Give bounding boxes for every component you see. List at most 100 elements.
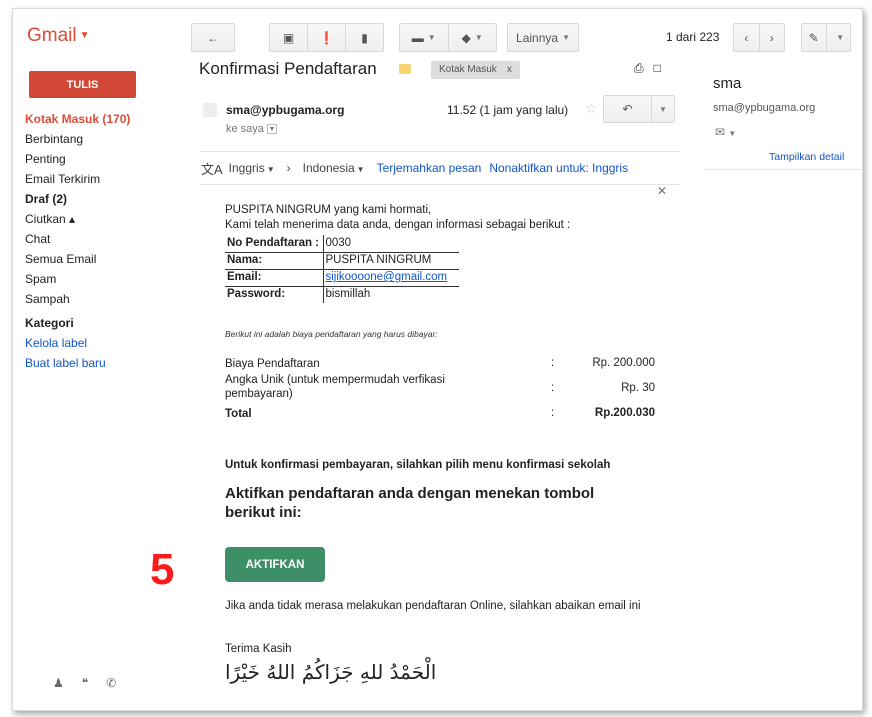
move-to-button[interactable]: ▬ ▼ bbox=[400, 24, 448, 51]
delete-button[interactable]: ▮ bbox=[346, 24, 383, 51]
chevron-down-icon: ▼ bbox=[728, 129, 737, 138]
table-value: bismillah bbox=[322, 286, 459, 303]
table-row: Nama: PUSPITA NINGRUM bbox=[225, 252, 459, 269]
table-key: No Pendaftaran : bbox=[227, 236, 320, 249]
arrow-right-icon: › bbox=[286, 161, 291, 175]
table-row: No Pendaftaran :0030 bbox=[225, 235, 459, 252]
sidebar-item-trash[interactable]: Sampah bbox=[25, 289, 185, 309]
trash-icon: ▮ bbox=[361, 30, 368, 45]
folder-icon: ▬ bbox=[411, 30, 424, 45]
sidebar-item-collapse[interactable]: Ciutkan ▴ bbox=[25, 209, 185, 229]
sidebar-nav: Kotak Masuk (170) Berbintang Penting Ema… bbox=[25, 109, 185, 373]
contact-mail-button[interactable]: ✉ ▼ bbox=[715, 125, 736, 139]
ignore-text: Jika anda tidak merasa melakukan pendaft… bbox=[225, 600, 641, 612]
more-button[interactable]: Lainnya ▼ bbox=[507, 23, 579, 52]
sender-address[interactable]: sma@ypbugama.org bbox=[226, 103, 344, 117]
fee-name: Angka Unik (untuk mempermudah verfikasi … bbox=[225, 374, 445, 400]
archive-icon: ▣ bbox=[282, 30, 295, 45]
compose-button[interactable]: TULIS bbox=[29, 71, 136, 98]
table-value: 0030 bbox=[322, 235, 459, 252]
sidebar-item-important[interactable]: Penting bbox=[25, 149, 185, 169]
fee-list: Biaya Pendaftaran : Rp. 200.000 Angka Un… bbox=[225, 357, 655, 423]
email-link[interactable]: sijikoooone@gmail.com bbox=[326, 271, 448, 283]
message-subject: Konfirmasi Pendaftaran bbox=[199, 59, 377, 78]
fee-colon: : bbox=[551, 357, 555, 369]
show-details-link[interactable]: Tampilkan detail bbox=[769, 151, 844, 163]
sidebar-item-create-label[interactable]: Buat label baru bbox=[25, 353, 185, 373]
fee-intro: Berikut ini adalah biaya pendaftaran yan… bbox=[225, 329, 438, 339]
chevron-left-icon: ‹ bbox=[744, 30, 749, 45]
activate-heading: Aktifkan pendaftaran anda dengan menekan… bbox=[225, 485, 595, 521]
arabic-closing: الْحَمْدُ للهِ جَزَاكُمُ اللهُ خَيْرًا bbox=[225, 660, 437, 684]
disable-translate-link[interactable]: Nonaktifkan untuk: Inggris bbox=[489, 161, 628, 175]
input-tools-button[interactable]: ✎ ▼ bbox=[801, 23, 851, 52]
arrow-left-icon: ← bbox=[207, 30, 219, 45]
target-language-select[interactable]: Indonesia ▼ bbox=[303, 161, 365, 175]
chevron-down-icon: ▼ bbox=[266, 165, 275, 174]
labels-button[interactable]: ◆ ▼ bbox=[449, 24, 497, 51]
star-icon[interactable]: ☆ bbox=[585, 100, 598, 117]
print-icon[interactable]: ⎙ bbox=[634, 61, 644, 76]
caret-down-icon: ▼ bbox=[79, 30, 90, 42]
logo-text: Gmail bbox=[27, 25, 77, 46]
registration-table: No Pendaftaran :0030 Nama: PUSPITA NINGRU… bbox=[225, 235, 459, 303]
older-button[interactable]: ‹ bbox=[734, 24, 759, 51]
sidebar-item-chat[interactable]: Chat bbox=[25, 229, 185, 249]
label-chip-text: Kotak Masuk bbox=[439, 64, 497, 75]
details-toggle-icon[interactable]: ▼ bbox=[266, 124, 277, 135]
important-marker-icon[interactable] bbox=[399, 64, 411, 74]
dropdown-cell: ▼ bbox=[827, 24, 851, 51]
gmail-window: Gmail ▼ ← ▣ ❗ ▮ ▬ ▼ ◆ ▼ Lainnya ▼ 1 dari 223… bbox=[12, 8, 863, 711]
chevron-down-icon: ▼ bbox=[356, 165, 365, 174]
translate-message-link[interactable]: Terjemahkan pesan bbox=[377, 161, 482, 175]
table-row: Email: sijikoooone@gmail.com bbox=[225, 269, 459, 286]
reply-button[interactable]: ↶ bbox=[604, 96, 651, 122]
new-window-icon[interactable]: □ bbox=[654, 61, 661, 76]
close-icon[interactable]: ✕ bbox=[657, 184, 667, 198]
fee-amount: Rp. 200.000 bbox=[592, 357, 655, 369]
step-annotation: 5 bbox=[150, 545, 175, 594]
activate-button[interactable]: AKTIFKAN bbox=[225, 547, 325, 582]
sidebar-item-all-mail[interactable]: Semua Email bbox=[25, 249, 185, 269]
contacts-icon[interactable]: ♟ bbox=[53, 676, 64, 690]
recipient-line: ke saya ▼ bbox=[226, 123, 277, 135]
translate-bar: 文A Inggris ▼ › Indonesia ▼ Terjemahkan pes… bbox=[199, 151, 679, 185]
chevron-down-icon: ▼ bbox=[836, 33, 845, 42]
table-value-cell: sijikoooone@gmail.com bbox=[322, 269, 459, 286]
fee-row: Biaya Pendaftaran : Rp. 200.000 bbox=[225, 357, 655, 373]
table-key: Password: bbox=[227, 288, 286, 301]
sidebar-item-manage-labels[interactable]: Kelola label bbox=[25, 333, 185, 353]
fee-row: Angka Unik (untuk mempermudah verfikasi … bbox=[225, 373, 655, 407]
fee-row: Total : Rp.200.030 bbox=[225, 407, 655, 423]
back-button[interactable]: ← bbox=[191, 23, 235, 52]
reply-icon: ↶ bbox=[622, 102, 633, 116]
contact-name: sma bbox=[713, 75, 742, 92]
sidebar-item-sent[interactable]: Email Terkirim bbox=[25, 169, 185, 189]
label-remove-icon[interactable]: x bbox=[507, 64, 512, 75]
action-button-group: ▣ ❗ ▮ bbox=[269, 23, 384, 52]
phone-icon[interactable]: ✆ bbox=[106, 676, 116, 690]
thanks-text: Terima Kasih bbox=[225, 643, 292, 655]
reply-button-group: ↶ ▼ bbox=[603, 95, 675, 123]
hangouts-icon[interactable]: ❝ bbox=[82, 676, 88, 690]
newer-button[interactable]: › bbox=[760, 24, 785, 51]
table-key: Email: bbox=[227, 271, 262, 283]
chevron-right-icon: › bbox=[769, 30, 774, 45]
contact-email: sma@ypbugama.org bbox=[713, 102, 816, 114]
sidebar-item-drafts[interactable]: Draf (2) bbox=[25, 189, 185, 209]
source-language-select[interactable]: Inggris ▼ bbox=[229, 161, 275, 175]
table-row: Password: bismillah bbox=[225, 286, 459, 303]
sidebar-item-categories[interactable]: Kategori bbox=[25, 313, 185, 333]
gmail-logo[interactable]: Gmail ▼ bbox=[27, 25, 90, 47]
source-language: Inggris bbox=[228, 161, 265, 175]
pager-text: 1 dari 223 bbox=[666, 30, 720, 44]
sidebar-item-inbox[interactable]: Kotak Masuk (170) bbox=[25, 109, 185, 129]
sidebar-item-starred[interactable]: Berbintang bbox=[25, 129, 185, 149]
message-body: PUSPITA NINGRUM yang kami hormati, Kami … bbox=[225, 203, 665, 303]
more-actions-button[interactable]: ▼ bbox=[652, 96, 674, 122]
report-spam-button[interactable]: ❗ bbox=[308, 24, 345, 51]
pager-buttons: ‹ › bbox=[733, 23, 785, 52]
inbox-label-chip: Kotak Masuk x bbox=[431, 61, 520, 79]
archive-button[interactable]: ▣ bbox=[270, 24, 307, 51]
sidebar-item-spam[interactable]: Spam bbox=[25, 269, 185, 289]
